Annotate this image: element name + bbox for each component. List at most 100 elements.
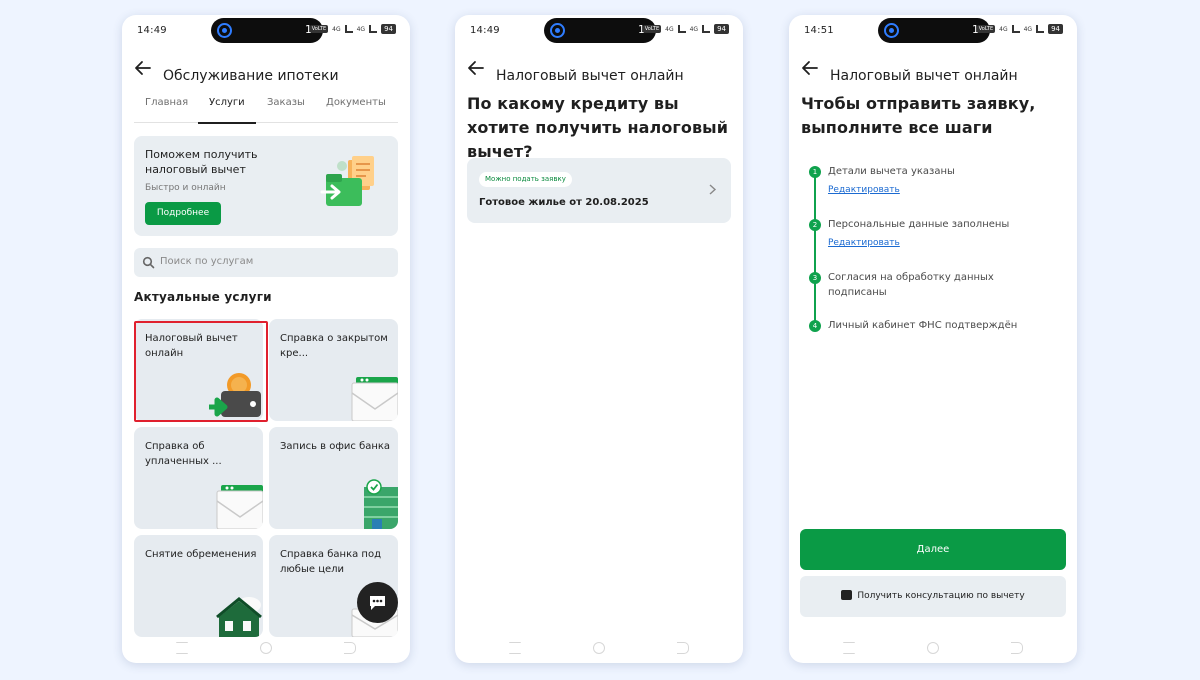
service-tile-closed-credit-cert[interactable]: Справка о закрытом кре...	[269, 319, 398, 421]
dynamic-island: 1	[211, 18, 323, 43]
credit-name: Готовое жилье от 20.08.2025	[479, 197, 649, 208]
step-number: 4	[809, 320, 821, 332]
status-time: 14:49	[470, 25, 500, 36]
dynamic-island: 1	[878, 18, 990, 43]
tab-bar: Главная Услуги Заказы Документы	[134, 95, 398, 124]
envelope-document-icon	[216, 485, 263, 529]
step-text: Личный кабинет ФНС подтверждён	[828, 320, 1018, 331]
status-icons: VoLTE 4G 4G 94	[642, 24, 729, 34]
step-text: Согласия на обработку данных подписаны	[828, 272, 994, 298]
home-nav-icon[interactable]	[260, 642, 272, 654]
page-title: Налоговый вычет онлайн	[496, 68, 684, 84]
tab-services[interactable]: Услуги	[198, 95, 256, 124]
home-nav-icon[interactable]	[593, 642, 605, 654]
battery-level: 94	[1048, 24, 1063, 34]
volte-icon: VoLTE	[309, 25, 329, 33]
steps-heading: Чтобы отправить заявку, выполните все ша…	[801, 94, 1036, 137]
tab-main[interactable]: Главная	[145, 95, 188, 123]
section-title: Актуальные услуги	[134, 290, 272, 304]
app-bar: Налоговый вычет онлайн	[455, 45, 743, 95]
building-check-icon	[364, 479, 398, 529]
back-nav-icon[interactable]	[1011, 642, 1023, 654]
back-arrow-icon[interactable]	[801, 59, 819, 77]
tile-label: Справка банка под любые цели	[280, 549, 381, 575]
promo-banner[interactable]: Поможем получить налоговый вычет Быстро …	[134, 136, 398, 236]
system-nav-bar	[455, 633, 743, 663]
broadcast-icon	[550, 23, 565, 38]
network-4g-2: 4G	[689, 25, 699, 33]
app-bar: Налоговый вычет онлайн	[789, 45, 1077, 95]
back-nav-icon[interactable]	[344, 642, 356, 654]
status-icons: VoLTE 4G 4G 94	[976, 24, 1063, 34]
status-badge: Можно подать заявку	[479, 172, 572, 187]
consultation-button[interactable]: Получить консультацию по вычету	[800, 576, 1066, 617]
service-tile-paid-interest-cert[interactable]: Справка об уплаченных ...	[134, 427, 263, 529]
dynamic-island: 1	[544, 18, 656, 43]
search-input[interactable]: Поиск по услугам	[160, 256, 253, 267]
back-arrow-icon[interactable]	[467, 59, 485, 77]
status-bar: 14:49 1 VoLTE 4G 4G 94	[122, 15, 410, 45]
network-4g-2: 4G	[356, 25, 366, 33]
tab-documents[interactable]: Документы	[326, 95, 386, 123]
search-icon	[142, 256, 155, 269]
network-4g: 4G	[999, 25, 1008, 33]
chat-icon	[370, 596, 385, 610]
battery-level: 94	[714, 24, 729, 34]
battery-level: 94	[381, 24, 396, 34]
signal-icon	[1011, 25, 1020, 33]
phone-screen-steps: 14:51 1 VoLTE 4G 4G 94 Налоговый вычет о…	[789, 15, 1077, 663]
house-icon	[216, 597, 262, 637]
page-title: Обслуживание ипотеки	[163, 68, 339, 84]
signal-icon	[677, 25, 686, 33]
promo-title: Поможем получить налоговый вычет	[145, 148, 258, 176]
network-4g-2: 4G	[1023, 25, 1033, 33]
step-number: 1	[809, 166, 821, 178]
recents-nav-icon[interactable]	[843, 642, 855, 654]
recents-nav-icon[interactable]	[176, 642, 188, 654]
selection-highlight	[134, 321, 268, 422]
status-time: 14:51	[804, 25, 834, 36]
steps-connector	[814, 173, 816, 327]
broadcast-icon	[884, 23, 899, 38]
step-number: 2	[809, 219, 821, 231]
service-tile-encumbrance-removal[interactable]: Снятие обременения	[134, 535, 263, 637]
signal-icon-2	[1036, 25, 1045, 33]
chat-button[interactable]	[357, 582, 398, 623]
envelope-document-icon	[351, 377, 398, 421]
service-tile-bank-office-visit[interactable]: Запись в офис банка	[269, 427, 398, 529]
tab-orders[interactable]: Заказы	[267, 95, 305, 123]
system-nav-bar	[122, 633, 410, 663]
status-bar: 14:51 1 VoLTE 4G 4G 94	[789, 15, 1077, 45]
back-nav-icon[interactable]	[677, 642, 689, 654]
broadcast-icon	[217, 23, 232, 38]
back-arrow-icon[interactable]	[134, 59, 152, 77]
signal-icon-2	[369, 25, 378, 33]
volte-icon: VoLTE	[976, 25, 996, 33]
page-title: Налоговый вычет онлайн	[830, 68, 1018, 84]
home-nav-icon[interactable]	[927, 642, 939, 654]
step-number: 3	[809, 272, 821, 284]
recents-nav-icon[interactable]	[509, 642, 521, 654]
tile-label: Справка об уплаченных ...	[145, 441, 222, 467]
step-text: Персональные данные заполнены	[828, 219, 1010, 230]
more-button[interactable]: Подробнее	[145, 202, 221, 225]
tile-label: Справка о закрытом кре...	[280, 333, 388, 359]
phone-screen-select-credit: 14:49 1 VoLTE 4G 4G 94 Налоговый вычет о…	[455, 15, 743, 663]
status-bar: 14:49 1 VoLTE 4G 4G 94	[455, 15, 743, 45]
status-icons: VoLTE 4G 4G 94	[309, 24, 396, 34]
tile-label: Снятие обременения	[145, 549, 257, 560]
phone-screen-services: 14:49 1 VoLTE 4G 4G 94 Обслуживание ипот…	[122, 15, 410, 663]
volte-icon: VoLTE	[642, 25, 662, 33]
credit-option-card[interactable]: Можно подать заявку Готовое жилье от 20.…	[467, 158, 731, 223]
edit-link[interactable]: Редактировать	[828, 238, 900, 248]
network-4g: 4G	[332, 25, 341, 33]
tax-documents-illustration	[320, 156, 374, 206]
signal-icon-2	[702, 25, 711, 33]
search-bar[interactable]: Поиск по услугам	[134, 248, 398, 277]
question-heading: По какому кредиту вы хотите получить нал…	[467, 94, 729, 161]
status-time: 14:49	[137, 25, 167, 36]
step-text: Детали вычета указаны	[828, 166, 955, 177]
edit-link[interactable]: Редактировать	[828, 185, 900, 195]
next-button[interactable]: Далее	[800, 529, 1066, 570]
promo-subtitle: Быстро и онлайн	[145, 183, 226, 193]
